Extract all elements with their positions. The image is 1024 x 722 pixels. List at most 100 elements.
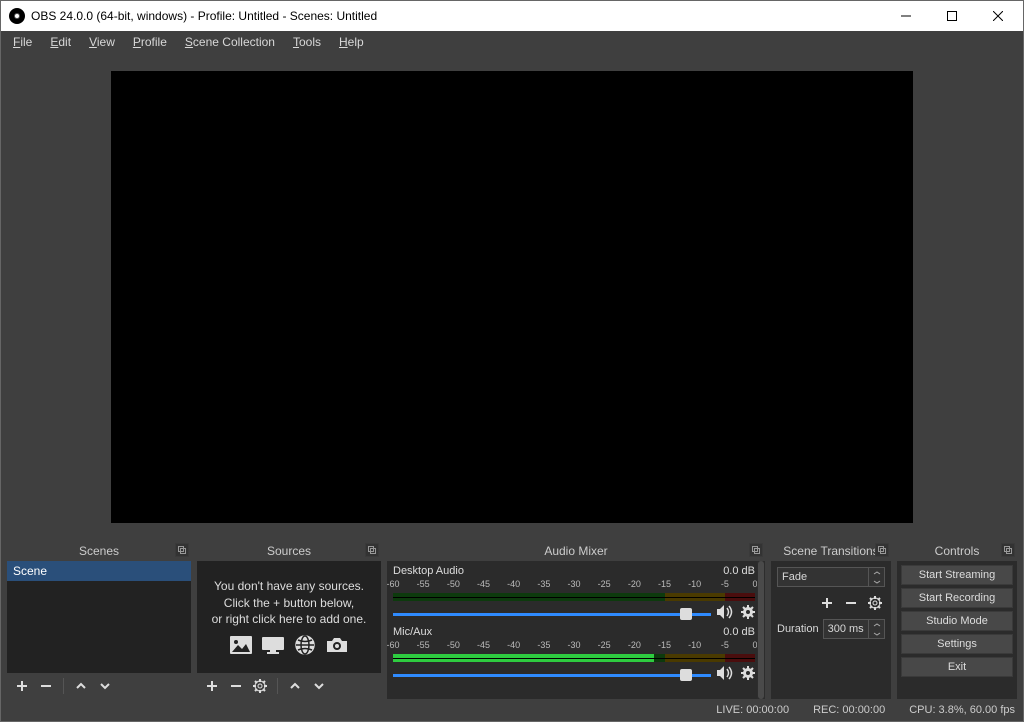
transition-combo[interactable]: Fade [777, 567, 885, 587]
transitions-popout-button[interactable] [875, 543, 889, 557]
status-bar: LIVE: 00:00:00 REC: 00:00:00 CPU: 3.8%, … [1, 699, 1023, 721]
channel-db: 0.0 dB [723, 626, 755, 638]
window-titlebar[interactable]: OBS 24.0.0 (64-bit, windows) - Profile: … [1, 1, 1023, 31]
scenes-list[interactable]: Scene [7, 561, 191, 673]
audio-channel: Desktop Audio0.0 dB-60-55-50-45-40-35-30… [393, 565, 755, 622]
channel-name: Mic/Aux [393, 626, 723, 638]
scene-up-button[interactable] [70, 675, 92, 697]
audio-scrollbar[interactable] [757, 561, 765, 699]
scenes-dock: Scenes Scene [7, 541, 191, 699]
tick-label: -30 [567, 640, 580, 650]
menu-file[interactable]: File [5, 33, 40, 51]
add-source-button[interactable] [201, 675, 223, 697]
start-streaming-button[interactable]: Start Streaming [901, 565, 1013, 585]
speaker-icon[interactable] [717, 605, 735, 622]
studio-mode-button[interactable]: Studio Mode [901, 611, 1013, 631]
status-rec: REC: 00:00:00 [813, 704, 885, 716]
scene-down-button[interactable] [94, 675, 116, 697]
tick-label: -60 [387, 640, 400, 650]
source-up-button[interactable] [284, 675, 306, 697]
exit-button[interactable]: Exit [901, 657, 1013, 677]
sources-empty-line2: Click the + button below, [224, 595, 354, 612]
tick-label: -40 [507, 640, 520, 650]
audio-channel: Mic/Aux0.0 dB-60-55-50-45-40-35-30-25-20… [393, 626, 755, 683]
menu-bar: File Edit View Profile Scene Collection … [1, 31, 1023, 53]
menu-edit[interactable]: Edit [42, 33, 79, 51]
tick-label: -45 [477, 640, 490, 650]
sources-toolbar [197, 673, 381, 699]
menu-help[interactable]: Help [331, 33, 372, 51]
channel-settings-icon[interactable] [741, 666, 755, 683]
sources-dock: Sources You don't have any sources. Clic… [197, 541, 381, 699]
minimize-button[interactable] [883, 1, 929, 31]
channel-settings-icon[interactable] [741, 605, 755, 622]
remove-transition-button[interactable] [841, 593, 861, 613]
scenes-popout-button[interactable] [175, 543, 189, 557]
speaker-icon[interactable] [717, 666, 735, 683]
channel-db: 0.0 dB [723, 565, 755, 577]
scenes-toolbar [7, 673, 191, 699]
sources-title: Sources [197, 541, 381, 561]
menu-view[interactable]: View [81, 33, 123, 51]
channel-name: Desktop Audio [393, 565, 723, 577]
app-window: OBS 24.0.0 (64-bit, windows) - Profile: … [0, 0, 1024, 722]
tick-label: -10 [688, 640, 701, 650]
controls-body: Start Streaming Start Recording Studio Mod… [897, 561, 1017, 699]
sources-list[interactable]: You don't have any sources. Click the + … [197, 561, 381, 673]
scenes-title: Scenes [7, 541, 191, 561]
volume-slider[interactable] [393, 607, 711, 621]
controls-title: Controls [897, 541, 1017, 561]
tick-label: -25 [598, 579, 611, 589]
menu-scene-collection[interactable]: Scene Collection [177, 33, 283, 51]
status-live: LIVE: 00:00:00 [716, 704, 789, 716]
menu-tools[interactable]: Tools [285, 33, 329, 51]
sources-empty-line3: or right click here to add one. [212, 611, 367, 628]
audio-popout-button[interactable] [749, 543, 763, 557]
menu-profile[interactable]: Profile [125, 33, 175, 51]
close-button[interactable] [975, 1, 1021, 31]
preview-area [1, 53, 1023, 541]
start-recording-button[interactable]: Start Recording [901, 588, 1013, 608]
controls-popout-button[interactable] [1001, 543, 1015, 557]
tick-label: -45 [477, 579, 490, 589]
tick-label: -15 [658, 640, 671, 650]
tick-label: -20 [628, 640, 641, 650]
tick-label: -30 [567, 579, 580, 589]
duration-row: Duration 300 ms [777, 619, 885, 639]
audio-body: Desktop Audio0.0 dB-60-55-50-45-40-35-30… [387, 561, 765, 699]
sources-empty-line1: You don't have any sources. [214, 578, 364, 595]
controls-title-label: Controls [935, 544, 980, 558]
remove-scene-button[interactable] [35, 675, 57, 697]
settings-button[interactable]: Settings [901, 634, 1013, 654]
duration-spinner-icon [868, 620, 884, 638]
audio-title: Audio Mixer [387, 541, 765, 561]
tick-label: -5 [721, 579, 729, 589]
dock-container: Scenes Scene Sources You don't [1, 541, 1023, 699]
transition-settings-button[interactable] [865, 593, 885, 613]
sources-empty-icons [228, 634, 350, 656]
transition-toolbar [777, 593, 885, 613]
sources-popout-button[interactable] [365, 543, 379, 557]
duration-input[interactable]: 300 ms [823, 619, 885, 639]
source-down-button[interactable] [308, 675, 330, 697]
separator [63, 678, 64, 694]
tick-label: -55 [417, 640, 430, 650]
app-icon [9, 8, 25, 24]
preview-canvas[interactable] [111, 71, 913, 523]
combo-spinner-icon [868, 568, 884, 586]
add-transition-button[interactable] [817, 593, 837, 613]
add-scene-button[interactable] [11, 675, 33, 697]
maximize-button[interactable] [929, 1, 975, 31]
tick-label: -10 [688, 579, 701, 589]
scene-item[interactable]: Scene [7, 561, 191, 581]
transitions-title: Scene Transitions [771, 541, 891, 561]
controls-dock: Controls Start StreamingStart RecordingS… [897, 541, 1017, 699]
volume-slider[interactable] [393, 668, 711, 682]
tick-label: -55 [417, 579, 430, 589]
transitions-dock: Scene Transitions Fade Duration [771, 541, 891, 699]
source-settings-button[interactable] [249, 675, 271, 697]
remove-source-button[interactable] [225, 675, 247, 697]
audio-mixer-dock: Audio Mixer Desktop Audio0.0 dB-60-55-50… [387, 541, 765, 699]
camera-icon [324, 634, 350, 656]
image-icon [228, 634, 254, 656]
